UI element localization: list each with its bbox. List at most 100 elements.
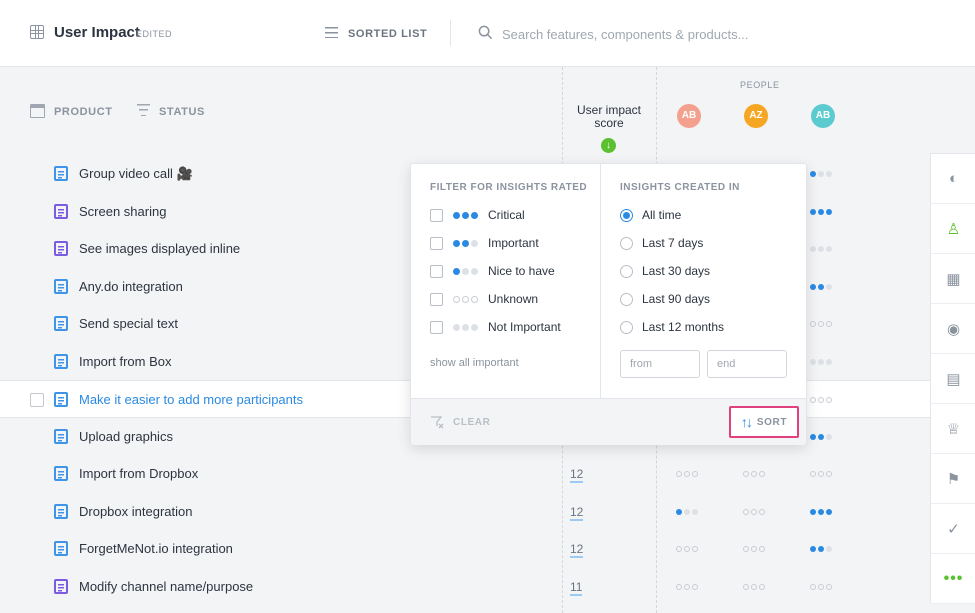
feature-name[interactable]: Any.do integration	[79, 279, 183, 294]
show-all-important-link[interactable]: show all important	[430, 357, 519, 369]
feature-name[interactable]: See images displayed inline	[79, 241, 240, 256]
rating-dots	[676, 471, 698, 477]
popover-footer: CLEAR ↑↓ SORT	[411, 398, 806, 445]
end-date-input[interactable]	[707, 350, 787, 378]
rating-dots	[810, 246, 832, 252]
filter-icon[interactable]	[137, 104, 150, 116]
sort-button[interactable]: ↑↓ SORT	[729, 406, 799, 438]
rating-option[interactable]: Critical	[430, 207, 525, 223]
date-range-option[interactable]: Last 7 days	[620, 235, 703, 251]
feature-name[interactable]: ForgetMeNot.io integration	[79, 541, 233, 556]
feature-name[interactable]: Upload graphics	[79, 429, 173, 444]
date-range-label: Last 7 days	[642, 236, 704, 250]
date-range-option[interactable]: Last 90 days	[620, 291, 710, 307]
date-range-radio[interactable]	[620, 292, 633, 306]
search-input[interactable]	[502, 24, 862, 44]
rating-checkbox[interactable]	[430, 208, 443, 222]
document-icon	[54, 353, 68, 369]
table-row[interactable]: Import from Dropbox 12	[0, 455, 930, 493]
date-range-option[interactable]: Last 12 months	[620, 319, 724, 335]
date-range-option[interactable]: All time	[620, 207, 681, 223]
rating-dots	[810, 171, 832, 177]
rating-dots	[743, 508, 765, 515]
impact-score[interactable]: 11	[570, 580, 583, 596]
right-sidebar: ◐ ♙ ▦ ◉ ▤ ♕ ⚑ ✓ •••	[930, 153, 975, 604]
flag-icon[interactable]: ⚑	[931, 454, 975, 504]
grid-view-icon[interactable]	[30, 25, 44, 39]
rating-dots	[676, 583, 698, 590]
target-icon[interactable]: ◉	[931, 304, 975, 354]
feature-name[interactable]: Make it easier to add more participants	[79, 392, 303, 407]
rating-option[interactable]: Unknown	[430, 291, 538, 307]
calculator-icon[interactable]: ▤	[931, 354, 975, 404]
rating-checkbox[interactable]	[430, 264, 443, 278]
search-icon	[478, 25, 493, 40]
people-header: PEOPLE	[740, 80, 780, 90]
rating-checkbox[interactable]	[430, 292, 443, 306]
feature-name[interactable]: Send special text	[79, 316, 178, 331]
trophy-icon[interactable]: ♕	[931, 404, 975, 454]
more-icon[interactable]: •••	[931, 554, 975, 604]
product-column-header[interactable]: PRODUCT	[54, 106, 113, 118]
clear-button[interactable]: CLEAR	[453, 417, 490, 428]
status-column-header[interactable]: STATUS	[159, 106, 205, 118]
rating-dots	[810, 583, 832, 590]
rating-option-label: Unknown	[488, 292, 539, 306]
clear-filter-icon[interactable]	[430, 415, 444, 429]
date-range-radio[interactable]	[620, 236, 633, 250]
rating-checkbox[interactable]	[430, 320, 443, 334]
rating-level-icon	[453, 267, 478, 275]
rating-option-label: Not Important	[488, 320, 561, 334]
check-circle-icon[interactable]: ✓	[931, 504, 975, 554]
filter-popover: FILTER FOR INSIGHTS RATED Critical Import…	[410, 163, 807, 445]
rating-level-icon	[453, 211, 478, 219]
feature-name[interactable]: Modify channel name/purpose	[79, 579, 253, 594]
person-icon[interactable]: ♙	[931, 204, 975, 254]
avatar[interactable]: AZ	[744, 104, 768, 128]
rating-option-label: Important	[488, 236, 539, 250]
rating-filter-panel: FILTER FOR INSIGHTS RATED Critical Import…	[411, 164, 601, 398]
document-icon	[54, 278, 68, 294]
rating-dots	[810, 433, 832, 440]
feature-name[interactable]: Dropbox integration	[79, 504, 192, 519]
rating-option-label: Nice to have	[488, 264, 555, 278]
sort-label: SORT	[756, 416, 788, 428]
date-range-radio[interactable]	[620, 208, 633, 222]
table-row[interactable]: ForgetMeNot.io integration 12	[0, 530, 930, 568]
sort-descending-icon[interactable]: ↓	[601, 138, 616, 153]
score-column-header[interactable]: User impact score	[568, 104, 650, 130]
avatar[interactable]: AB	[677, 104, 701, 128]
rating-option[interactable]: Not Important	[430, 319, 561, 335]
date-range-option[interactable]: Last 30 days	[620, 263, 710, 279]
feature-name[interactable]: Import from Dropbox	[79, 466, 198, 481]
edited-badge: EDITED	[136, 29, 173, 39]
rating-option[interactable]: Nice to have	[430, 263, 555, 279]
pie-chart-icon[interactable]: ◐	[931, 154, 975, 204]
rating-dots	[810, 208, 832, 215]
from-date-input[interactable]	[620, 350, 700, 378]
table-row[interactable]: Modify channel name/purpose 11	[0, 568, 930, 606]
feature-name[interactable]: Import from Box	[79, 354, 171, 369]
view-mode-button[interactable]: SORTED LIST	[348, 28, 427, 40]
impact-score[interactable]: 12	[570, 542, 584, 558]
row-checkbox[interactable]	[30, 393, 44, 407]
date-range-radio[interactable]	[620, 320, 633, 334]
table-row[interactable]: Dropbox integration 12	[0, 493, 930, 531]
date-range-label: Last 30 days	[642, 264, 711, 278]
rating-checkbox[interactable]	[430, 236, 443, 250]
page-title: User Impact	[54, 24, 140, 41]
feature-name[interactable]: Screen sharing	[79, 204, 166, 219]
top-bar: User Impact EDITED SORTED LIST	[0, 0, 975, 67]
feature-name[interactable]: Group video call 🎥	[79, 166, 193, 182]
list-icon[interactable]	[325, 27, 338, 38]
date-range-radio[interactable]	[620, 264, 633, 278]
impact-score[interactable]: 12	[570, 505, 584, 521]
rating-option[interactable]: Important	[430, 235, 539, 251]
building-icon[interactable]: ▦	[931, 254, 975, 304]
avatar[interactable]: AB	[811, 104, 835, 128]
date-range-label: All time	[642, 208, 682, 222]
document-icon	[54, 503, 68, 519]
rating-level-icon	[453, 239, 478, 247]
impact-score[interactable]: 12	[570, 467, 584, 483]
rating-level-icon	[453, 323, 478, 331]
